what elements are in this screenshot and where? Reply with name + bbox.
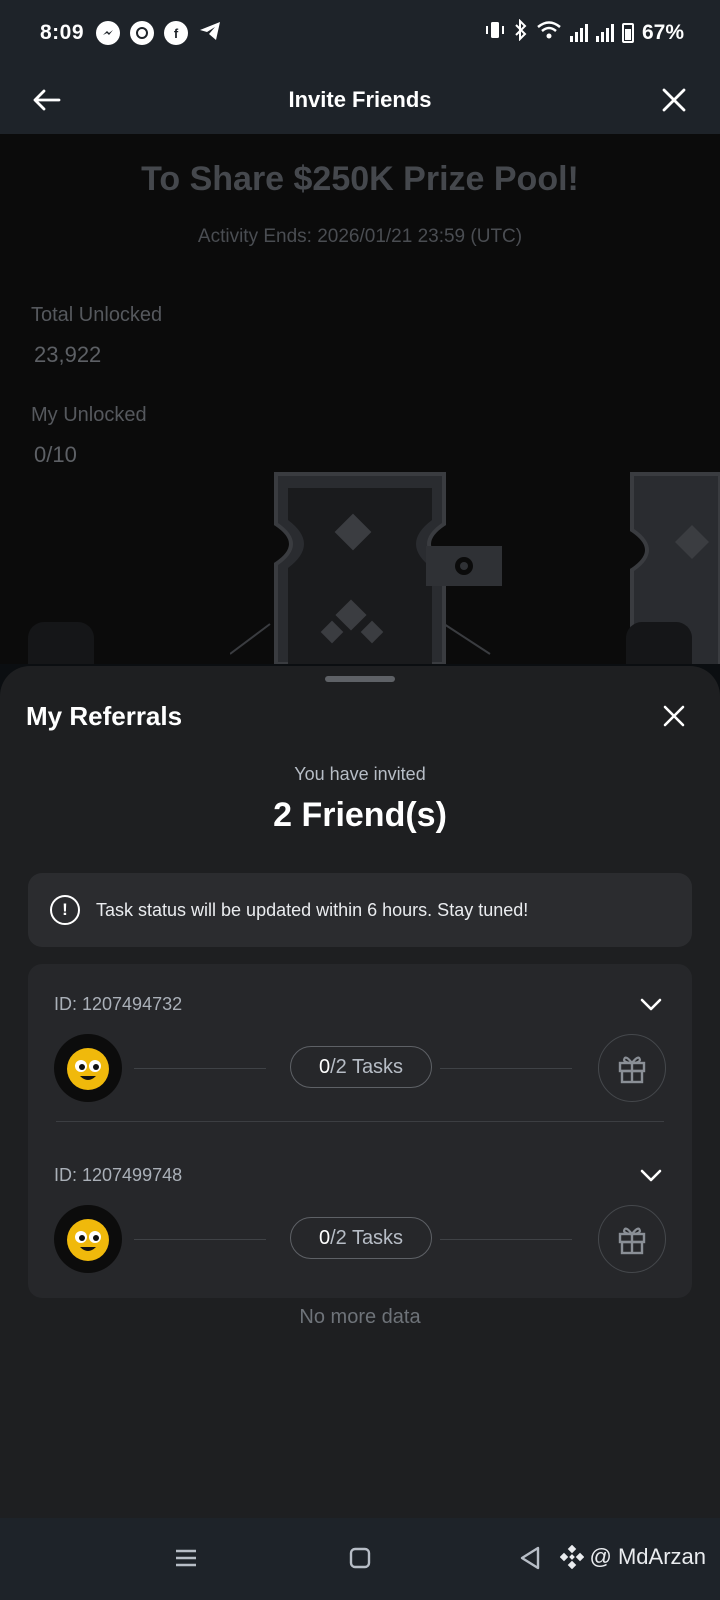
avatar [54,1205,122,1273]
back-triangle-icon [520,1546,540,1570]
promo-headline: To Share $250K Prize Pool! [141,160,579,198]
bluetooth-icon [514,18,528,47]
progress-line [134,1239,266,1240]
sheet-close-button[interactable] [654,696,694,736]
progress-line [440,1239,572,1240]
whatsapp-icon [130,21,155,45]
home-square-icon [349,1547,371,1569]
info-icon: ! [50,895,80,925]
page-title: Invite Friends [288,87,432,112]
referrals-card: ID: 1207494732 0/2 Tasks ID: 1207499748 … [28,964,692,1298]
total-unlocked-label: Total Unlocked [31,304,163,326]
app-header: Invite Friends [0,66,720,134]
my-unlocked-value: 0/10 [34,442,77,467]
progress-line [440,1068,572,1069]
activity-ends: Activity Ends: 2026/01/21 23:59 (UTC) [197,226,523,247]
binance-logo-icon [559,1545,584,1569]
tasks-total: /2 Tasks [330,1055,404,1078]
status-notice: ! Task status will be updated within 6 h… [28,873,692,947]
status-time: 8:09 [40,21,85,44]
expand-button[interactable] [636,990,666,1020]
total-unlocked-value: 23,922 [34,342,102,367]
status-right: 67% [484,18,684,47]
status-bar: 8:09 f 67% [0,0,720,66]
wifi-icon [536,20,562,46]
progress-line [134,1068,266,1069]
sheet-grab-handle[interactable] [325,676,395,682]
sheet-title: My Referrals [26,701,183,731]
carousel-next-button[interactable] [626,622,692,664]
no-more-data: No more data [299,1306,421,1328]
notification-icons: f [96,20,222,47]
close-icon [663,705,685,727]
recents-button[interactable] [164,1536,208,1580]
gift-icon [618,1056,646,1084]
referral-id: ID: 1207494732 [54,994,183,1014]
signal-icon-2 [595,24,614,42]
vibrate-icon [484,19,506,47]
tasks-pill: 0/2 Tasks [290,1046,432,1088]
close-icon [662,88,686,112]
watermark-text: @ MdArzan [589,1544,706,1569]
referral-row: ID: 1207499748 0/2 Tasks [28,1135,692,1285]
tasks-pill: 0/2 Tasks [290,1217,432,1259]
gift-icon [618,1227,646,1255]
back-button[interactable] [26,80,66,120]
referral-row: ID: 1207494732 0/2 Tasks [28,964,692,1114]
watermark: @ MdArzan [559,1544,706,1570]
messenger-icon [96,21,121,45]
smiley-avatar-icon [67,1048,109,1090]
chevron-down-icon [640,998,662,1011]
smiley-avatar-icon [67,1219,109,1261]
background-page: Invite Friends To Share $250K Prize Pool… [0,134,720,664]
telegram-icon [198,20,222,47]
tasks-done: 0 [318,1055,331,1078]
home-button[interactable] [338,1536,382,1580]
back-nav-button[interactable] [508,1536,552,1580]
cut-off-heading: Invite Friends [0,134,720,139]
my-unlocked-label: My Unlocked [31,404,147,426]
close-button[interactable] [654,80,694,120]
battery-percent: 67% [641,21,684,44]
reward-button[interactable] [598,1205,666,1273]
invited-label: You have invited [294,764,426,784]
battery-icon [621,23,634,43]
signal-icon [569,24,588,42]
invited-count: 2 Friend(s) [273,796,447,834]
expand-button[interactable] [636,1161,666,1191]
avatar [54,1034,122,1102]
referrals-sheet: My Referrals You have invited 2 Friend(s… [0,666,720,1518]
facebook-icon: f [164,21,189,45]
tasks-done: 0 [318,1226,331,1249]
menu-icon [176,1549,196,1567]
carousel-prev-button[interactable] [28,622,94,664]
arrow-left-icon [33,89,61,111]
system-nav-bar: @ MdArzan [0,1518,720,1600]
notice-text: Task status will be updated within 6 hou… [96,899,529,920]
referral-id: ID: 1207499748 [54,1165,183,1185]
reward-button[interactable] [598,1034,666,1102]
ticket-illustration [230,472,502,664]
tasks-total: /2 Tasks [330,1226,404,1249]
chevron-down-icon [640,1169,662,1182]
row-divider [56,1121,664,1122]
